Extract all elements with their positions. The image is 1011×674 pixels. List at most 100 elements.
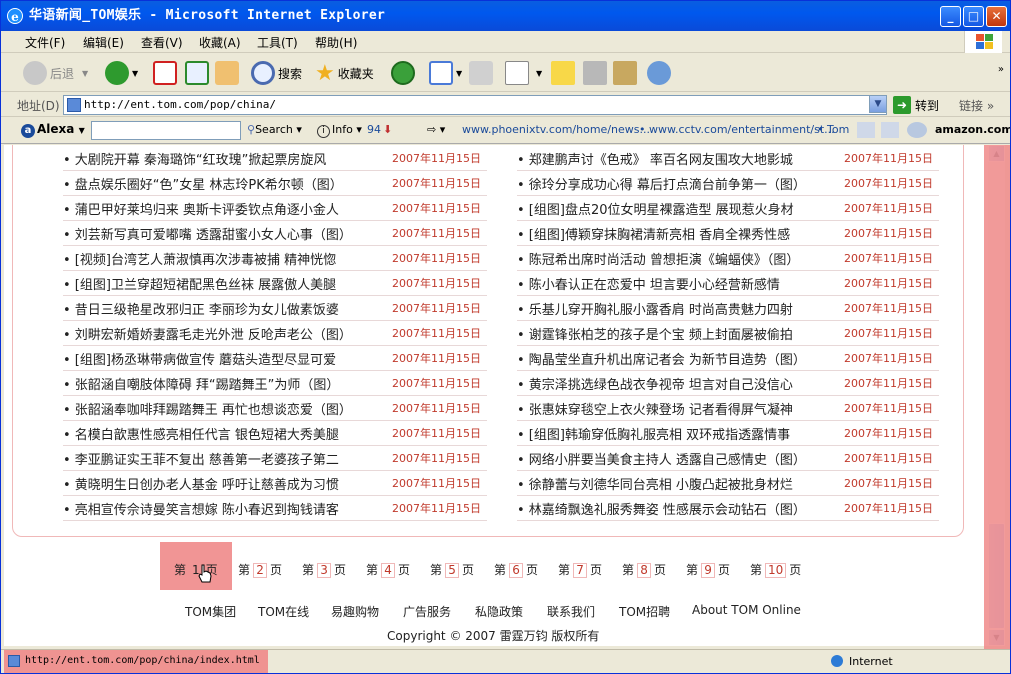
news-item[interactable]: • 网络小胖要当美食主持人 透露自己感情史（图） 2007年11月15日 [517,446,939,471]
page-link-7[interactable]: 第7页 [558,561,602,578]
news-title[interactable]: • 陈小春认正在恋爱中 坦言要小心经营新感情 [517,274,780,293]
news-item[interactable]: • 郑建鹏声讨《色戒》 率百名网友围攻大地影城 2007年11月15日 [517,146,939,171]
news-item[interactable]: • 李亚鹏证实王菲不复出 慈善第一老婆孩子第二 2007年11月15日 [63,446,487,471]
footer-link-tom-group[interactable]: TOM集团 [185,603,236,620]
news-title[interactable]: • 林嘉绮飘逸礼服秀舞姿 性感展示会动钻石（图） [517,499,806,518]
footer-link-tom-online[interactable]: TOM在线 [258,603,309,620]
maximize-button[interactable]: □ [963,6,984,27]
news-title[interactable]: • 名模白歆惠性感亮相任代言 银色短裙大秀美腿 [63,424,339,443]
news-item[interactable]: • [组图]卫兰穿超短裙配黑色丝袜 展露傲人美腿 2007年11月15日 [63,271,487,296]
menu-favorites[interactable]: 收藏(A) [199,34,241,51]
page-link-10[interactable]: 第 10 页 [750,561,801,578]
footer-link-privacy[interactable]: 私隐政策 [475,603,523,620]
menu-help[interactable]: 帮助(H) [315,34,357,51]
footer-link-ads[interactable]: 广告服务 [403,603,451,620]
news-item[interactable]: • 徐玲分享成功心得 幕后打点滴台前争第一（图） 2007年11月15日 [517,171,939,196]
news-item[interactable]: • 黄晓明生日创办老人基金 呼吁让慈善成为习惯 2007年11月15日 [63,471,487,496]
news-item[interactable]: • 黄宗泽挑选绿色战衣争视帝 坦言对自己没信心 2007年11月15日 [517,371,939,396]
search-button[interactable]: 搜索 [251,58,302,88]
news-title[interactable]: • [组图]卫兰穿超短裙配黑色丝袜 展露傲人美腿 [63,274,336,293]
link-phoenixtv[interactable]: www.phoenixtv.com/home/news... [462,123,650,136]
news-title[interactable]: • 网络小胖要当美食主持人 透露自己感情史（图） [517,449,806,468]
tool-icon-1[interactable] [857,122,875,138]
news-item[interactable]: • 昔日三级艳星改邪归正 李丽珍为女儿做素饭婆 2007年11月15日 [63,296,487,321]
page-link-2[interactable]: 第2页 [238,561,282,578]
page-link-6[interactable]: 第6页 [494,561,538,578]
back-button[interactable]: 后退 ▼ [23,58,88,88]
news-title[interactable]: • [组图]韩瑜穿低胸礼服亮相 双环戒指透露情事 [517,424,790,443]
link-cctv[interactable]: • www.cctv.com/entertainment/st... [639,123,835,136]
news-title[interactable]: • [组图]盘点20位女明星裸露造型 展现惹火身材 [517,199,794,218]
links-button[interactable]: 链接 » [959,97,994,114]
news-item[interactable]: • 刘畊宏新婚娇妻露毛走光外泄 反呛声老公（图） 2007年11月15日 [63,321,487,346]
close-button[interactable]: ✕ [986,6,1007,27]
news-item[interactable]: • 刘芸新写真可爱嘟嘴 透露甜蜜小女人心事（图） 2007年11月15日 [63,221,487,246]
news-title[interactable]: • 徐玲分享成功心得 幕后打点滴台前争第一（图） [517,174,806,193]
footer-link-eachnet[interactable]: 易趣购物 [331,603,379,620]
news-item[interactable]: • 亮相宣传佘诗曼笑言想嫁 陈小春迟到掏钱请客 2007年11月15日 [63,496,487,521]
news-item[interactable]: • 盘点娱乐圈好“色”女星 林志玲PK希尔顿（图） 2007年11月15日 [63,171,487,196]
news-title[interactable]: • 黄晓明生日创办老人基金 呼吁让慈善成为习惯 [63,474,339,493]
menu-tools[interactable]: 工具(T) [257,34,298,51]
amazon-link[interactable]: amazon.com. [935,123,1010,136]
alexa-info-button[interactable]: i Info ▾ [317,123,362,138]
discuss-button[interactable] [551,58,578,88]
menu-file[interactable]: 文件(F) [25,34,65,51]
news-title[interactable]: • 昔日三级艳星改邪归正 李丽珍为女儿做素饭婆 [63,299,339,318]
news-item[interactable]: • [视频]台湾艺人萧淑慎再次涉毒被捕 精神恍惚 2007年11月15日 [63,246,487,271]
alexa-search-button[interactable]: ⚲Search ▾ [247,123,302,136]
stop-button[interactable] [153,58,180,88]
favorites-button[interactable]: ★ 收藏夹 [315,58,374,88]
news-item[interactable]: • 乐基儿穿开胸礼服小露香肩 时尚高贵魅力四射 2007年11月15日 [517,296,939,321]
news-title[interactable]: • 陶晶莹坐直升机出席记者会 为新节目造势（图） [517,349,806,368]
news-item[interactable]: • [组图]傅颖穿抹胸裙清新亮相 香肩全裸秀性感 2007年11月15日 [517,221,939,246]
research-button[interactable] [613,58,640,88]
alexa-search-input[interactable] [91,121,241,140]
footer-link-contact[interactable]: 联系我们 [547,603,595,620]
refresh-button[interactable] [185,58,212,88]
news-item[interactable]: • 陶晶莹坐直升机出席记者会 为新节目造势（图） 2007年11月15日 [517,346,939,371]
footer-link-about[interactable]: About TOM Online [692,603,801,617]
news-title[interactable]: • [视频]台湾艺人萧淑慎再次涉毒被捕 精神恍惚 [63,249,336,268]
edit-button[interactable]: ▼ [505,58,542,88]
page-link-8[interactable]: 第8页 [622,561,666,578]
news-title[interactable]: • 徐静蕾与刘德华同台亮相 小腹凸起被批身材烂 [517,474,793,493]
news-title[interactable]: • 乐基儿穿开胸礼服小露香肩 时尚高贵魅力四射 [517,299,793,318]
mail-button[interactable]: ▼ [429,58,462,88]
news-item[interactable]: • 名模白歆惠性感亮相任代言 银色短裙大秀美腿 2007年11月15日 [63,421,487,446]
news-title[interactable]: • 李亚鹏证实王菲不复出 慈善第一老婆孩子第二 [63,449,339,468]
news-item[interactable]: • 徐静蕾与刘德华同台亮相 小腹凸起被批身材烂 2007年11月15日 [517,471,939,496]
news-title[interactable]: • 黄宗泽挑选绿色战衣争视帝 坦言对自己没信心 [517,374,793,393]
page-link-5[interactable]: 第5页 [430,561,474,578]
news-title[interactable]: • 盘点娱乐圈好“色”女星 林志玲PK希尔顿（图） [63,174,343,193]
menu-view[interactable]: 查看(V) [141,34,183,51]
news-title[interactable]: • 陈冠希出席时尚活动 曾想拒演《蝙蝠侠》（图） [517,249,799,268]
news-item[interactable]: • 林嘉绮飘逸礼服秀舞姿 性感展示会动钻石（图） 2007年11月15日 [517,496,939,521]
toolbar-overflow-icon[interactable]: » [998,64,1004,75]
page-link-4[interactable]: 第4页 [366,561,410,578]
news-item[interactable]: • [组图]杨丞琳带病做宣传 蘑菇头造型尽显可爱 2007年11月15日 [63,346,487,371]
address-dropdown-icon[interactable]: ▼ [869,95,887,113]
alexa-arrow-icon[interactable]: ⇨ ▾ [427,123,445,136]
tool-icon-2[interactable] [881,122,899,138]
go-button[interactable]: ➜ 转到 [893,95,939,115]
contacts-button[interactable] [647,58,674,88]
print-button[interactable] [469,58,496,88]
news-title[interactable]: • 刘畊宏新婚娇妻露毛走光外泄 反呛声老公（图） [63,324,352,343]
news-title[interactable]: • 郑建鹏声讨《色戒》 率百名网友围攻大地影城 [517,149,793,168]
history-button[interactable] [391,58,418,88]
alexa-logo[interactable]: a Alexa ▼ [21,122,85,138]
link-tom[interactable]: • Tom [817,123,849,136]
tool-icon-3[interactable] [907,122,927,138]
minimize-button[interactable]: _ [940,6,961,27]
news-title[interactable]: • 张惠妹穿毯空上衣火辣登场 记者看得屏气凝神 [517,399,793,418]
page-link-3[interactable]: 第3页 [302,561,346,578]
messenger-button[interactable] [583,58,610,88]
news-item[interactable]: • 张韶涵自嘲肢体障碍 拜“踢踏舞王”为师（图） 2007年11月15日 [63,371,487,396]
news-title[interactable]: • [组图]杨丞琳带病做宣传 蘑菇头造型尽显可爱 [63,349,336,368]
news-title[interactable]: • 张韶涵自嘲肢体障碍 拜“踢踏舞王”为师（图） [63,374,339,393]
news-item[interactable]: • 张惠妹穿毯空上衣火辣登场 记者看得屏气凝神 2007年11月15日 [517,396,939,421]
footer-link-jobs[interactable]: TOM招聘 [619,603,670,620]
news-title[interactable]: • 亮相宣传佘诗曼笑言想嫁 陈小春迟到掏钱请客 [63,499,339,518]
address-input[interactable]: http://ent.tom.com/pop/china/ [63,95,887,115]
